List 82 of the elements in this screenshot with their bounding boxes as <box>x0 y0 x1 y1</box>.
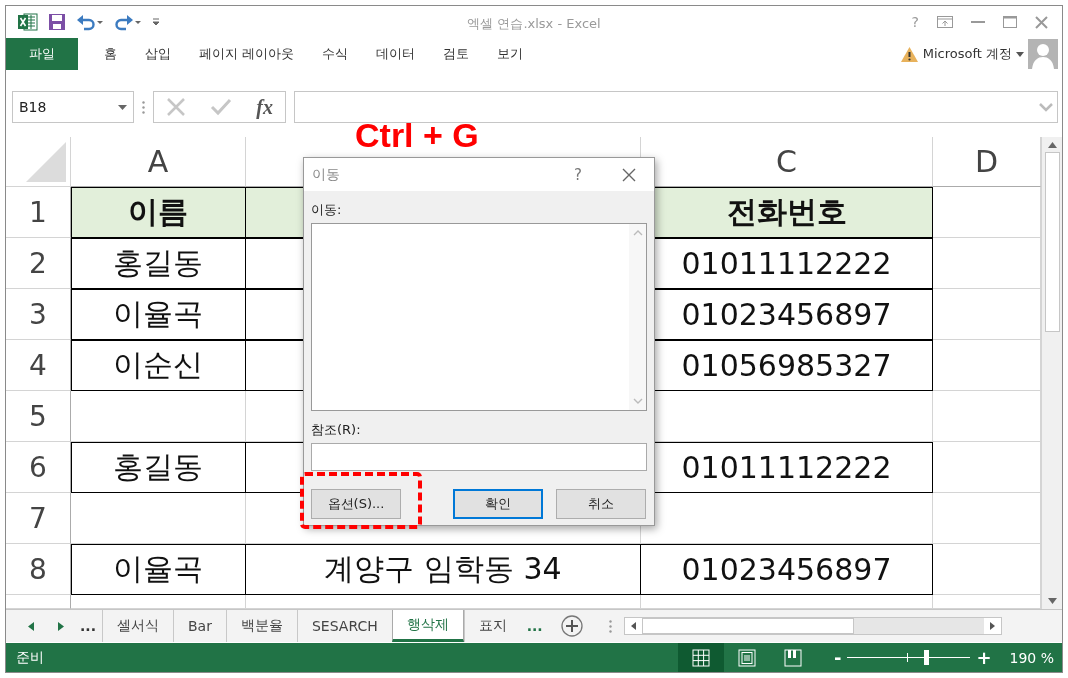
sheet-tab[interactable]: 표지 <box>463 610 521 642</box>
column-header[interactable]: D <box>933 137 1041 187</box>
row-header[interactable]: 7 <box>6 493 71 544</box>
sheet-tab[interactable]: 백분율 <box>225 610 297 642</box>
sheet-tab[interactable]: 행삭제 <box>391 610 464 642</box>
maximize-icon[interactable] <box>1003 16 1017 28</box>
ribbon-tab[interactable]: 삽입 <box>131 38 185 70</box>
table-cell: 이순신 <box>71 340 246 391</box>
more-sheets-button[interactable]: ... <box>74 618 102 634</box>
zoom-in-button[interactable]: + <box>976 647 992 668</box>
excel-icon[interactable] <box>18 13 38 31</box>
sheet-tab[interactable]: SESARCH <box>296 610 392 642</box>
ribbon-tab[interactable]: 보기 <box>483 38 538 70</box>
status-text: 준비 <box>16 648 44 667</box>
dialog-title: 이동 <box>312 165 340 184</box>
ribbon-tab[interactable]: 홈 <box>90 38 131 70</box>
row-header[interactable]: 8 <box>6 544 71 595</box>
scroll-right-icon[interactable] <box>58 621 64 631</box>
table-cell: 홍길동 <box>71 442 246 493</box>
row-header[interactable]: 2 <box>6 238 71 289</box>
more-icon <box>142 100 145 114</box>
ribbon-tab[interactable]: 데이터 <box>362 38 430 70</box>
close-icon[interactable] <box>622 167 636 182</box>
scroll-left-icon[interactable] <box>624 618 642 634</box>
row-header[interactable]: 4 <box>6 340 71 391</box>
caret-icon[interactable] <box>1016 51 1024 57</box>
table-cell: 01023456897 <box>641 544 933 595</box>
redo-icon[interactable] <box>114 13 142 31</box>
file-tab[interactable]: 파일 <box>6 38 78 70</box>
row-header[interactable]: 5 <box>6 391 71 442</box>
table-cell: 이율곡 <box>71 289 246 340</box>
save-icon[interactable] <box>48 13 66 31</box>
view-button[interactable] <box>677 643 724 672</box>
formula-input[interactable] <box>294 91 1058 123</box>
expand-icon[interactable] <box>1039 102 1053 112</box>
dialog-button[interactable]: 확인 <box>453 489 543 519</box>
horizontal-scrollbar[interactable] <box>623 617 1002 635</box>
ribbon-tab[interactable]: 수식 <box>308 38 363 70</box>
insert-function-button[interactable]: fx <box>256 95 273 119</box>
scroll-down-icon[interactable] <box>1047 598 1057 604</box>
column-header[interactable]: A <box>71 137 246 187</box>
add-sheet-icon[interactable] <box>560 615 583 637</box>
page-break-icon <box>783 648 802 667</box>
name-box[interactable]: B18 <box>12 91 134 123</box>
close-icon[interactable] <box>1035 15 1048 29</box>
table-cell: 이름 <box>71 187 246 238</box>
more-icon <box>608 619 612 633</box>
vertical-scrollbar[interactable] <box>1041 137 1062 609</box>
window-title: 엑셀 연습.xlsx - Excel <box>467 15 601 33</box>
table-cell: 홍길동 <box>71 238 246 289</box>
scroll-left-icon[interactable] <box>28 621 34 631</box>
ribbon-tab[interactable]: 페이지 레이아웃 <box>185 38 309 70</box>
zoom-level[interactable]: 190 % <box>1009 649 1062 666</box>
grid-icon <box>691 648 710 667</box>
page-layout-icon <box>737 648 756 667</box>
scrollbar-thumb[interactable] <box>641 618 854 634</box>
undo-icon[interactable] <box>76 13 104 31</box>
account-link[interactable]: Microsoft 계정 <box>922 45 1012 63</box>
row-header[interactable]: 6 <box>6 442 71 493</box>
scroll-right-icon[interactable] <box>983 618 1001 634</box>
reference-label: 참조(R): <box>311 421 362 439</box>
table-cell: 계양구 임학동 34 <box>246 544 641 595</box>
goto-label: 이동: <box>311 201 343 219</box>
scroll-up-icon[interactable] <box>1047 142 1057 148</box>
help-button[interactable]: ? <box>574 165 582 184</box>
customize-icon[interactable] <box>152 18 160 26</box>
sheet-tab[interactable]: Bar <box>172 610 226 642</box>
scrollbar-thumb[interactable] <box>1044 152 1060 332</box>
ribbon-display-icon[interactable] <box>937 16 953 28</box>
row-header[interactable]: 3 <box>6 289 71 340</box>
sheet-tab[interactable]: 셀서식 <box>101 610 173 642</box>
cancel-icon[interactable] <box>166 97 187 117</box>
shortcut-annotation: Ctrl + G <box>355 116 479 155</box>
check-icon[interactable] <box>210 98 233 116</box>
ribbon-tab[interactable]: 검토 <box>429 38 484 70</box>
zoom-out-button[interactable]: - <box>833 647 842 668</box>
dialog-button[interactable]: 취소 <box>556 489 646 519</box>
table-cell: 이율곡 <box>71 544 246 595</box>
reference-field[interactable] <box>311 443 647 471</box>
warning-icon <box>899 45 919 63</box>
more-sheets-button[interactable]: ... <box>520 618 549 634</box>
dialog-button[interactable]: 옵션(S)... <box>311 489 401 519</box>
